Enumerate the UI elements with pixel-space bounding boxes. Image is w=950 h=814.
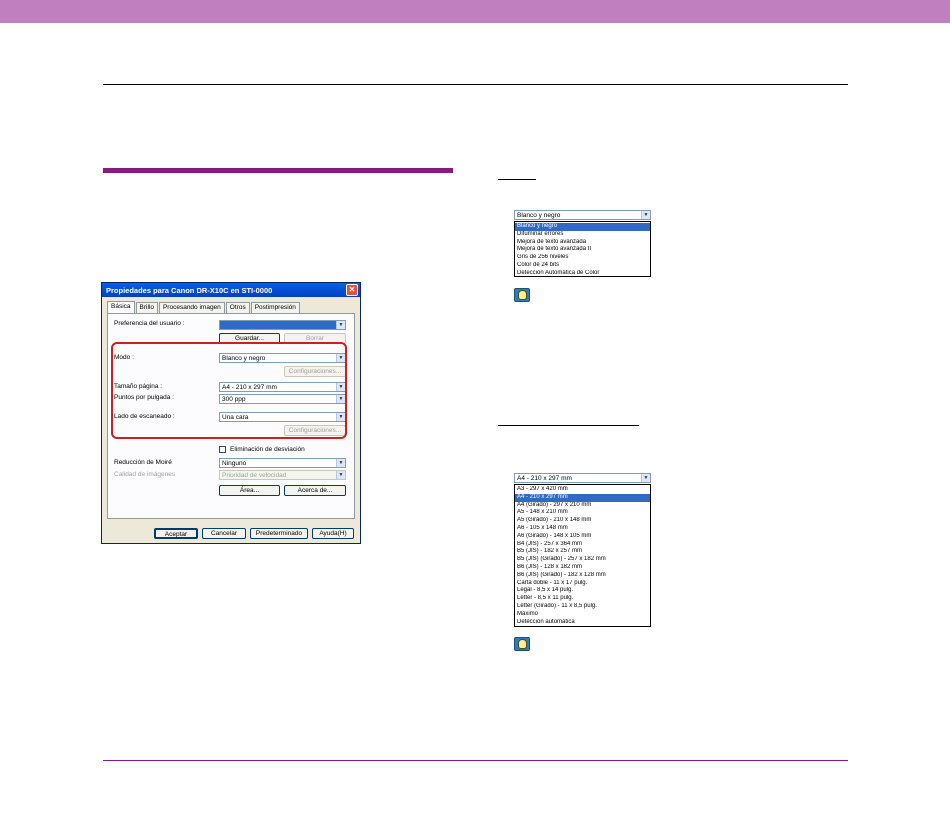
- deskew-label: Eliminación de desviación: [230, 446, 305, 453]
- list-item[interactable]: A3 - 297 x 420 mm: [515, 486, 650, 494]
- moire-label: Reducción de Moiré: [114, 459, 172, 466]
- list-item[interactable]: Mejora de texto avanzada: [515, 239, 650, 247]
- chevron-down-icon: ▼: [641, 474, 650, 482]
- list-item[interactable]: Blanco y negro: [515, 223, 650, 231]
- list-item[interactable]: B5 (JIS) - 182 x 257 mm: [515, 548, 650, 556]
- mode-dropdown-list: Blanco y negro Difuminar errores Mejora …: [514, 221, 651, 277]
- list-item[interactable]: Difuminar errores: [515, 231, 650, 239]
- list-item[interactable]: A4 (Girado) - 297 x 210 mm: [515, 502, 650, 510]
- close-icon[interactable]: ✕: [346, 284, 358, 296]
- list-item[interactable]: A5 (Girado) - 210 x 148 mm: [515, 517, 650, 525]
- list-item[interactable]: Letter (Girado) - 11 x 8,5 pulg.: [515, 603, 650, 611]
- list-item[interactable]: A6 (Girado) - 148 x 105 mm: [515, 533, 650, 541]
- dialog-tabs: Básica Brillo Procesando imagen Otros Po…: [107, 301, 301, 313]
- tab-post-print[interactable]: Postimpresión: [250, 302, 300, 313]
- settings-highlight-box: [111, 342, 347, 439]
- page-size-dropdown-combo[interactable]: A4 - 210 x 297 mm ▼: [514, 473, 651, 483]
- accept-button[interactable]: Aceptar: [154, 528, 198, 539]
- top-color-band: [0, 0, 950, 23]
- moire-value: Ninguno: [222, 460, 247, 467]
- list-item[interactable]: A6 - 105 x 148 mm: [515, 525, 650, 533]
- list-item[interactable]: Legal - 8,5 x 14 pulg.: [515, 587, 650, 595]
- chevron-down-icon: ▼: [641, 211, 650, 219]
- hint-lightbulb-icon: [514, 637, 530, 651]
- list-item[interactable]: Gris de 256 niveles: [515, 254, 650, 262]
- list-item[interactable]: Detección Automática de Color: [515, 270, 650, 278]
- page-size-dropdown-list: A3 - 297 x 420 mm A4 - 210 x 297 mm A4 (…: [514, 484, 651, 627]
- section-title-bar: [103, 168, 453, 173]
- moire-select[interactable]: Ninguno ▼: [219, 458, 346, 468]
- footer-rule: [103, 760, 848, 761]
- about-button[interactable]: Acerca de...: [284, 485, 346, 496]
- default-button[interactable]: Predeterminado: [250, 528, 308, 539]
- chevron-down-icon: ▼: [336, 459, 345, 467]
- dialog-title: Propiedades para Canon DR-X10C en STI-00…: [102, 283, 360, 297]
- tab-other[interactable]: Otros: [225, 302, 250, 313]
- mode-dropdown-value: Blanco y negro: [517, 212, 561, 219]
- user-pref-select[interactable]: ▼: [219, 320, 346, 330]
- area-button[interactable]: Área...: [219, 485, 280, 496]
- user-pref-label: Preferencia del usuario :: [114, 320, 185, 327]
- cancel-button[interactable]: Cancelar: [202, 528, 246, 539]
- tab-basic[interactable]: Básica: [107, 301, 135, 313]
- list-item[interactable]: B6 (JIS) (Girado) - 182 x 128 mm: [515, 572, 650, 580]
- chevron-down-icon: ▼: [336, 471, 345, 479]
- mode-heading-underline: [498, 179, 536, 180]
- list-item[interactable]: Detección automática: [515, 619, 650, 627]
- deskew-checkbox[interactable]: [219, 446, 226, 453]
- list-item[interactable]: Mejora de texto avanzada II: [515, 246, 650, 254]
- page-size-heading-underline: [498, 425, 639, 426]
- tab-image-processing[interactable]: Procesando imagen: [158, 302, 225, 313]
- help-button[interactable]: Ayuda(H): [312, 528, 354, 539]
- mode-dropdown-combo[interactable]: Blanco y negro ▼: [514, 210, 651, 220]
- list-item[interactable]: A4 - 210 x 297 mm: [515, 493, 650, 502]
- page-size-dropdown-value: A4 - 210 x 297 mm: [517, 475, 572, 482]
- header-rule: [103, 84, 848, 85]
- image-quality-select[interactable]: Prioridad de velocidad ▼: [219, 470, 346, 480]
- hint-lightbulb-icon: [514, 288, 530, 302]
- list-item[interactable]: Letter - 8,5 x 11 pulg.: [515, 595, 650, 603]
- list-item[interactable]: Color de 24 bits: [515, 262, 650, 270]
- list-item[interactable]: Máximo: [515, 611, 650, 619]
- list-item[interactable]: A5 - 148 x 210 mm: [515, 509, 650, 517]
- tab-brightness[interactable]: Brillo: [135, 302, 158, 313]
- image-quality-label: Calidad de imágenes: [114, 471, 176, 478]
- list-item[interactable]: B5 (JIS) (Girado) - 257 x 182 mm: [515, 556, 650, 564]
- image-quality-value: Prioridad de velocidad: [222, 472, 287, 479]
- list-item[interactable]: B6 (JIS) - 128 x 182 mm: [515, 564, 650, 572]
- chevron-down-icon: ▼: [336, 321, 345, 329]
- list-item[interactable]: B4 (JIS) - 257 x 364 mm: [515, 541, 650, 549]
- list-item[interactable]: Carta doble - 11 x 17 pulg.: [515, 580, 650, 588]
